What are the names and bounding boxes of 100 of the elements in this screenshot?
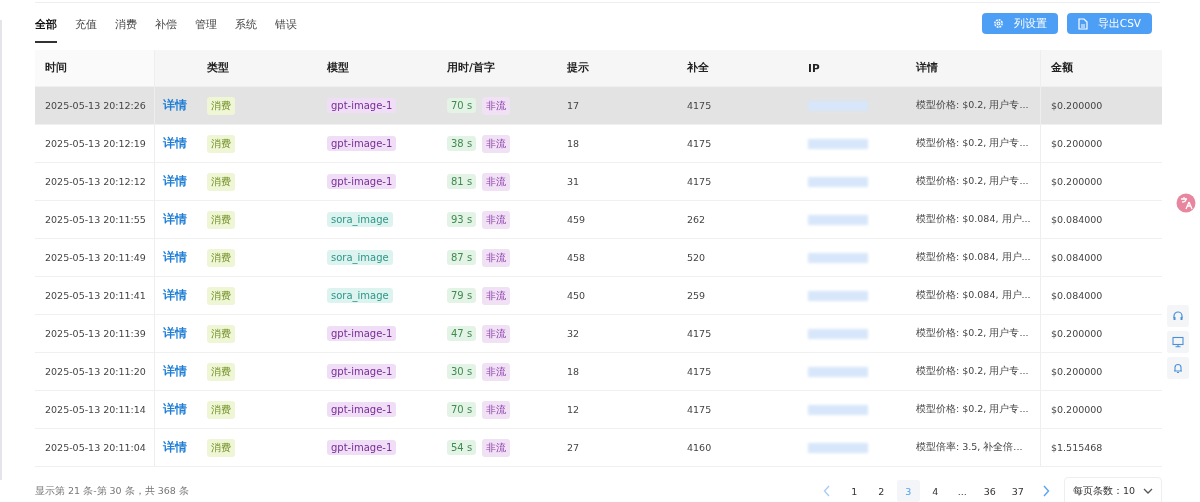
redacted-ip: [808, 214, 868, 225]
table-row[interactable]: 2025-05-13 20:11:41 详情 消费 sora_image 79 s 非流 450 259 模型价格: $0.084, 用户... $0.084000: [35, 277, 1162, 315]
chevron-down-icon: [1143, 488, 1153, 494]
type-tag: 消费: [207, 438, 235, 457]
details-link[interactable]: 详情: [163, 402, 187, 417]
table-row[interactable]: 2025-05-13 20:11:04 详情 消费 gpt-image-1 54 s 非流 27 4160 模型倍率: 3.5, 补全倍... $1.515468: [35, 429, 1162, 467]
details-link[interactable]: 详情: [163, 212, 187, 227]
redacted-ip: [808, 176, 868, 187]
time-cell: 2025-05-13 20:12:26: [45, 100, 146, 111]
stream-tag: 非流: [482, 400, 511, 419]
table-row[interactable]: 2025-05-13 20:11:49 详情 消费 sora_image 87 s 非流 458 520 模型价格: $0.084, 用户... $0.084000: [35, 239, 1162, 277]
type-tag: 消费: [207, 400, 235, 419]
time-cell: 2025-05-13 20:12:12: [45, 176, 146, 187]
details-link[interactable]: 详情: [163, 364, 187, 379]
details-link[interactable]: 详情: [163, 136, 187, 151]
pagination-summary: 显示第 21 条-第 30 条，共 368 条: [35, 484, 189, 498]
duration-tag: 87 s: [447, 250, 477, 265]
page-size-select[interactable]: 每页条数：10: [1063, 477, 1162, 502]
page-button[interactable]: 37: [1005, 480, 1030, 502]
column-header: IP: [808, 62, 820, 74]
next-page-icon[interactable]: [1041, 485, 1050, 497]
table-row[interactable]: 2025-05-13 20:12:26 详情 消费 gpt-image-1 70 s 非流 17 4175 模型价格: $0.2, 用户专... $0.200000: [35, 87, 1162, 125]
duration-tag: 47 s: [447, 326, 477, 341]
model-tag: gpt-image-1: [327, 174, 397, 189]
detail-cell: 模型价格: $0.2, 用户专...: [916, 327, 1029, 340]
redacted-ip: [808, 100, 868, 111]
column-header: 用时/首字: [447, 61, 495, 75]
tab[interactable]: 系统: [235, 13, 257, 43]
table-row[interactable]: 2025-05-13 20:11:14 详情 消费 gpt-image-1 70 s 非流 12 4175 模型价格: $0.2, 用户专... $0.200000: [35, 391, 1162, 429]
amount-cell: $0.200000: [1051, 366, 1103, 377]
column-header: 模型: [327, 61, 349, 75]
completion-cell: 4175: [687, 138, 712, 149]
completion-cell: 4175: [687, 176, 712, 187]
detail-cell: 模型价格: $0.2, 用户专...: [916, 175, 1029, 188]
amount-cell: $0.084000: [1051, 214, 1103, 225]
details-link[interactable]: 详情: [163, 250, 187, 265]
table-row[interactable]: 2025-05-13 20:11:55 详情 消费 sora_image 93 s 非流 459 262 模型价格: $0.084, 用户... $0.084000: [35, 201, 1162, 239]
page-button[interactable]: 4: [923, 480, 947, 502]
amount-cell: $0.200000: [1051, 404, 1103, 415]
type-tag: 消费: [207, 324, 235, 343]
headset-icon[interactable]: [1167, 305, 1189, 327]
table-row[interactable]: 2025-05-13 20:12:19 详情 消费 gpt-image-1 38 s 非流 18 4175 模型价格: $0.2, 用户专... $0.200000: [35, 125, 1162, 163]
stream-tag: 非流: [482, 362, 511, 381]
completion-cell: 4160: [687, 442, 712, 453]
monitor-icon[interactable]: [1167, 331, 1189, 353]
stream-tag: 非流: [482, 438, 511, 457]
stream-tag: 非流: [482, 324, 511, 343]
previous-page-icon[interactable]: [822, 485, 831, 497]
bell-icon[interactable]: [1167, 357, 1189, 379]
amount-cell: $0.200000: [1051, 100, 1103, 111]
completion-cell: 4175: [687, 366, 712, 377]
tab[interactable]: 消费: [115, 13, 137, 43]
column-header: 详情: [916, 61, 938, 75]
prompt-cell: 17: [567, 100, 580, 111]
stream-tag: 非流: [482, 134, 511, 153]
page-button[interactable]: 1: [842, 480, 866, 502]
details-link[interactable]: 详情: [163, 288, 187, 303]
model-tag: gpt-image-1: [327, 326, 397, 341]
table-row[interactable]: 2025-05-13 20:12:12 详情 消费 gpt-image-1 81 s 非流 31 4175 模型价格: $0.2, 用户专... $0.200000: [35, 163, 1162, 201]
model-tag: gpt-image-1: [327, 136, 397, 151]
stream-tag: 非流: [482, 172, 511, 191]
time-cell: 2025-05-13 20:11:55: [45, 214, 146, 225]
detail-cell: 模型倍率: 3.5, 补全倍...: [916, 441, 1023, 454]
tab[interactable]: 补偿: [155, 13, 177, 43]
prompt-cell: 450: [567, 290, 586, 301]
tab[interactable]: 管理: [195, 13, 217, 43]
page-button[interactable]: ...: [950, 480, 974, 502]
redacted-ip: [808, 404, 868, 415]
prompt-cell: 18: [567, 138, 580, 149]
column-header: 类型: [207, 61, 229, 75]
completion-cell: 4175: [687, 328, 712, 339]
duration-tag: 70 s: [447, 402, 477, 417]
model-tag: sora_image: [327, 288, 393, 303]
tab[interactable]: 充值: [75, 13, 97, 43]
page-button[interactable]: 2: [869, 480, 893, 502]
translate-icon[interactable]: [1176, 193, 1196, 213]
details-link[interactable]: 详情: [163, 174, 187, 189]
redacted-ip: [808, 290, 868, 301]
tab[interactable]: 全部: [35, 13, 57, 43]
page-button[interactable]: 36: [977, 480, 1002, 502]
detail-cell: 模型价格: $0.084, 用户...: [916, 213, 1031, 226]
tab[interactable]: 错误: [275, 13, 297, 43]
stream-tag: 非流: [482, 248, 511, 267]
duration-tag: 54 s: [447, 440, 477, 455]
stream-tag: 非流: [482, 286, 511, 305]
model-tag: sora_image: [327, 250, 393, 265]
table-row[interactable]: 2025-05-13 20:11:39 详情 消费 gpt-image-1 47 s 非流 32 4175 模型价格: $0.2, 用户专... $0.200000: [35, 315, 1162, 353]
type-tag: 消费: [207, 210, 235, 229]
details-link[interactable]: 详情: [163, 326, 187, 341]
details-link[interactable]: 详情: [163, 440, 187, 455]
amount-cell: $0.200000: [1051, 176, 1103, 187]
prompt-cell: 459: [567, 214, 586, 225]
detail-cell: 模型价格: $0.2, 用户专...: [916, 365, 1029, 378]
redacted-ip: [808, 138, 868, 149]
completion-cell: 4175: [687, 404, 712, 415]
time-cell: 2025-05-13 20:11:39: [45, 328, 146, 339]
prompt-cell: 458: [567, 252, 586, 263]
table-row[interactable]: 2025-05-13 20:11:20 详情 消费 gpt-image-1 30 s 非流 18 4175 模型价格: $0.2, 用户专... $0.200000: [35, 353, 1162, 391]
type-tag: 消费: [207, 134, 235, 153]
type-tag: 消费: [207, 286, 235, 305]
